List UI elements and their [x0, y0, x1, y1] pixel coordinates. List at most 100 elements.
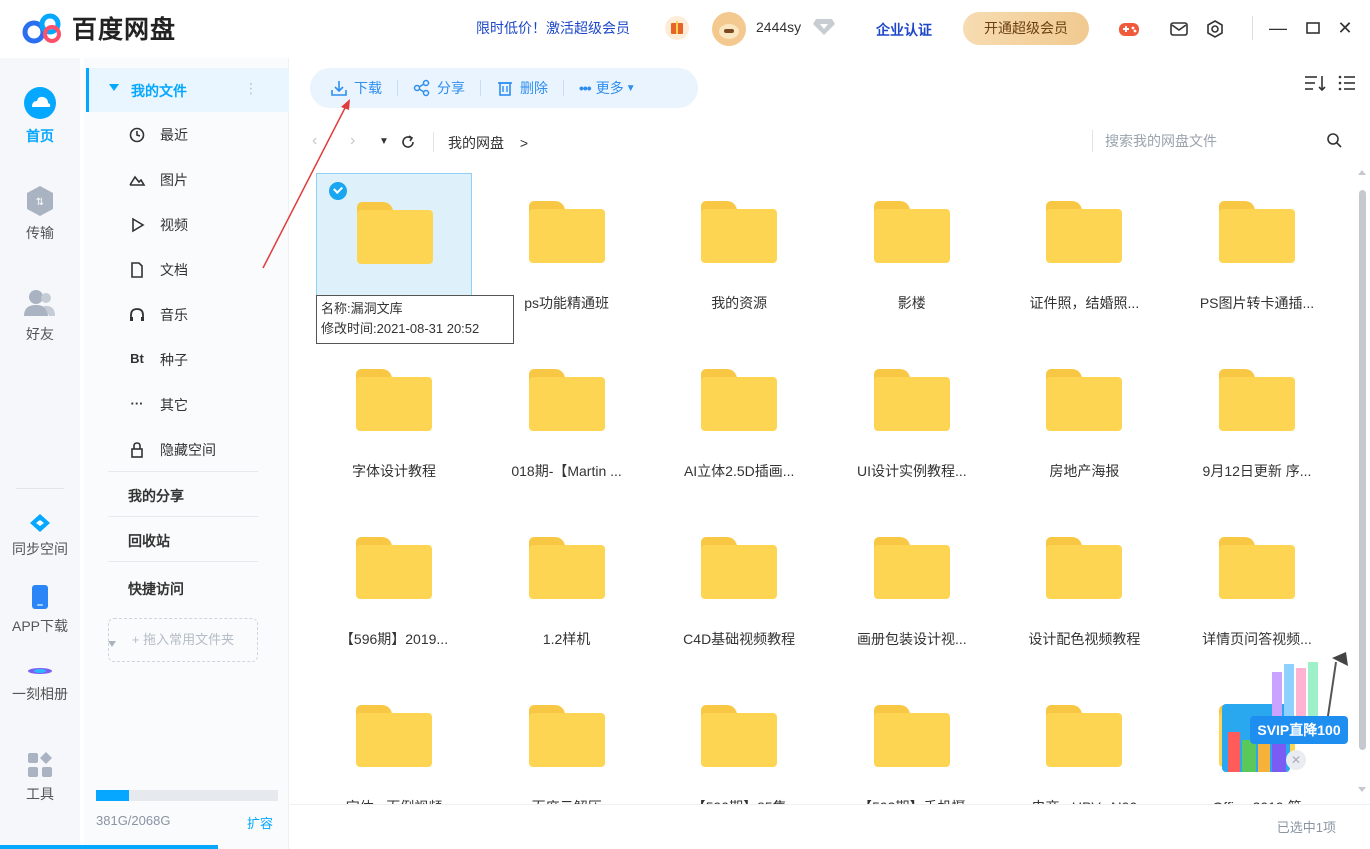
- gift-icon[interactable]: [665, 16, 689, 40]
- vertical-scrollbar[interactable]: [1354, 168, 1370, 798]
- folder-tile[interactable]: 详情页问答视频...: [1179, 509, 1335, 659]
- breadcrumb[interactable]: 我的网盘 >: [448, 133, 528, 153]
- quick-access-drop-zone[interactable]: + 拖入常用文件夹: [108, 618, 258, 662]
- folder-name: 我的资源: [711, 295, 768, 311]
- folder-tile[interactable]: 百度云解压: [489, 677, 645, 804]
- nav-item-recent[interactable]: 最近: [128, 124, 188, 146]
- nav-item-images[interactable]: 图片: [128, 169, 188, 191]
- torrent-icon: Bt: [130, 351, 144, 366]
- close-icon[interactable]: ✕: [1331, 14, 1359, 42]
- scroll-up-icon[interactable]: [1358, 170, 1366, 175]
- rail-item-app-download[interactable]: APP下载: [0, 584, 80, 636]
- nav-item-music[interactable]: 音乐: [128, 304, 188, 326]
- rail-item-home[interactable]: 首页: [0, 86, 80, 146]
- folder-tile[interactable]: 【596期】2019...: [316, 509, 472, 659]
- folder-name: 【596期】2019...: [339, 631, 449, 647]
- more-vertical-icon[interactable]: ⋮: [244, 80, 259, 97]
- nav-item-videos[interactable]: 视频: [128, 214, 188, 236]
- list-view-icon[interactable]: [1338, 74, 1356, 92]
- folder-name: 详情页问答视频...: [1202, 631, 1312, 647]
- nav-item-label: 种子: [160, 352, 188, 368]
- toolbar-separator: [397, 80, 398, 96]
- settings-icon[interactable]: [1204, 18, 1226, 40]
- folder-tile[interactable]: C4D基础视频教程: [661, 509, 817, 659]
- folder-tile[interactable]: 1.2样机: [489, 509, 645, 659]
- folder-icon: [528, 369, 605, 431]
- expand-arrow-icon[interactable]: [109, 84, 119, 91]
- folder-tile[interactable]: PS图片转卡通插...: [1179, 173, 1335, 323]
- share-button[interactable]: 分享: [413, 78, 465, 98]
- enterprise-cert-link[interactable]: 企业认证: [876, 20, 932, 40]
- back-icon[interactable]: ‹: [312, 132, 317, 150]
- close-icon[interactable]: ✕: [1286, 750, 1306, 770]
- rail-item-transfer[interactable]: ⇅ 传输: [0, 185, 80, 243]
- forward-icon[interactable]: ›: [350, 132, 355, 150]
- folder-tile[interactable]: 【593期】手机摄: [834, 677, 990, 804]
- rail-item-album[interactable]: 一刻相册: [0, 664, 80, 704]
- breadcrumb-root[interactable]: 我的网盘: [448, 135, 504, 151]
- history-dropdown-icon[interactable]: ▼: [379, 136, 389, 147]
- svip-promo-widget[interactable]: SVIP直降100 ✕: [1222, 652, 1348, 772]
- nav-my-share[interactable]: 我的分享: [128, 486, 184, 506]
- nav-item-documents[interactable]: 文档: [128, 259, 188, 281]
- svip-discount-badge[interactable]: SVIP直降100: [1250, 716, 1348, 744]
- folder-tile[interactable]: 018期-【Martin ...: [489, 341, 645, 491]
- download-button[interactable]: 下载: [330, 78, 382, 98]
- document-icon: [131, 262, 143, 278]
- folder-tile[interactable]: 字体 - 百例视频: [316, 677, 472, 804]
- delete-button[interactable]: 删除: [496, 78, 548, 98]
- folder-tile[interactable]: 证件照，结婚照...: [1006, 173, 1162, 323]
- folder-tile[interactable]: 房地产海报: [1006, 341, 1162, 491]
- nav-recycle-bin[interactable]: 回收站: [128, 531, 170, 551]
- nav-item-torrents[interactable]: Bt 种子: [128, 349, 188, 371]
- username[interactable]: 2444sy: [756, 19, 801, 35]
- folder-tile[interactable]: 【590期】85集: [661, 677, 817, 804]
- sort-icon[interactable]: [1304, 74, 1326, 92]
- folder-icon: [1046, 537, 1123, 599]
- more-button[interactable]: ••• 更多 ▼: [579, 78, 636, 98]
- folder-icon: [1219, 537, 1295, 599]
- nav-item-label: 视频: [160, 217, 188, 233]
- mail-icon[interactable]: [1168, 18, 1190, 40]
- rail-item-tools[interactable]: 工具: [0, 752, 80, 804]
- nav-my-files[interactable]: 我的文件 ⋮: [86, 68, 289, 112]
- vip-diamond-icon[interactable]: [813, 17, 835, 35]
- folder-tile[interactable]: 画册包装设计视...: [834, 509, 990, 659]
- folder-tile[interactable]: 电商 - UPV_AI90: [1006, 677, 1162, 804]
- folder-icon: [701, 705, 778, 767]
- folder-tile[interactable]: UI设计实例教程...: [834, 341, 990, 491]
- selected-check-icon[interactable]: [329, 182, 347, 200]
- scroll-thumb[interactable]: [1359, 190, 1366, 750]
- folder-icon: [1046, 369, 1123, 431]
- minimize-icon[interactable]: —: [1264, 14, 1292, 42]
- nav-item-others[interactable]: ··· 其它: [128, 394, 189, 416]
- folder-tile[interactable]: 设计配色视频教程: [1006, 509, 1162, 659]
- avatar[interactable]: [712, 12, 746, 46]
- search-icon[interactable]: [1326, 132, 1342, 148]
- gamepad-icon[interactable]: [1118, 18, 1140, 40]
- search-input[interactable]: [1105, 128, 1325, 154]
- rail-item-sync[interactable]: 同步空间: [0, 513, 80, 559]
- view-controls: [1304, 74, 1356, 92]
- promo-link[interactable]: 限时低价！激活超级会员: [476, 18, 630, 38]
- folder-tile[interactable]: 字体设计教程: [316, 341, 472, 491]
- folder-tile[interactable]: 影楼: [834, 173, 990, 323]
- nav-item-hidden-space[interactable]: 隐藏空间: [128, 439, 216, 461]
- app-logo[interactable]: 百度网盘: [22, 10, 176, 46]
- tooltip-name: 名称:漏洞文库: [321, 301, 403, 316]
- refresh-icon[interactable]: [400, 134, 416, 150]
- rail-label-home: 首页: [26, 128, 54, 144]
- folder-tile[interactable]: 我的资源: [661, 173, 817, 323]
- friends-icon: [24, 290, 55, 316]
- rail-item-friends[interactable]: 好友: [0, 288, 80, 344]
- nav-quick-access[interactable]: 快捷访问: [128, 579, 184, 599]
- expand-storage-link[interactable]: 扩容: [247, 813, 273, 832]
- lamp-icon: [1272, 652, 1348, 717]
- scroll-down-icon[interactable]: [1358, 787, 1366, 792]
- toolbar-separator: [563, 80, 564, 96]
- open-svip-button[interactable]: 开通超级会员: [963, 12, 1089, 45]
- folder-tile[interactable]: 9月12日更新 序...: [1179, 341, 1335, 491]
- maximize-icon[interactable]: [1299, 14, 1327, 42]
- folder-tile[interactable]: AI立体2.5D插画...: [661, 341, 817, 491]
- folder-icon: [701, 201, 778, 263]
